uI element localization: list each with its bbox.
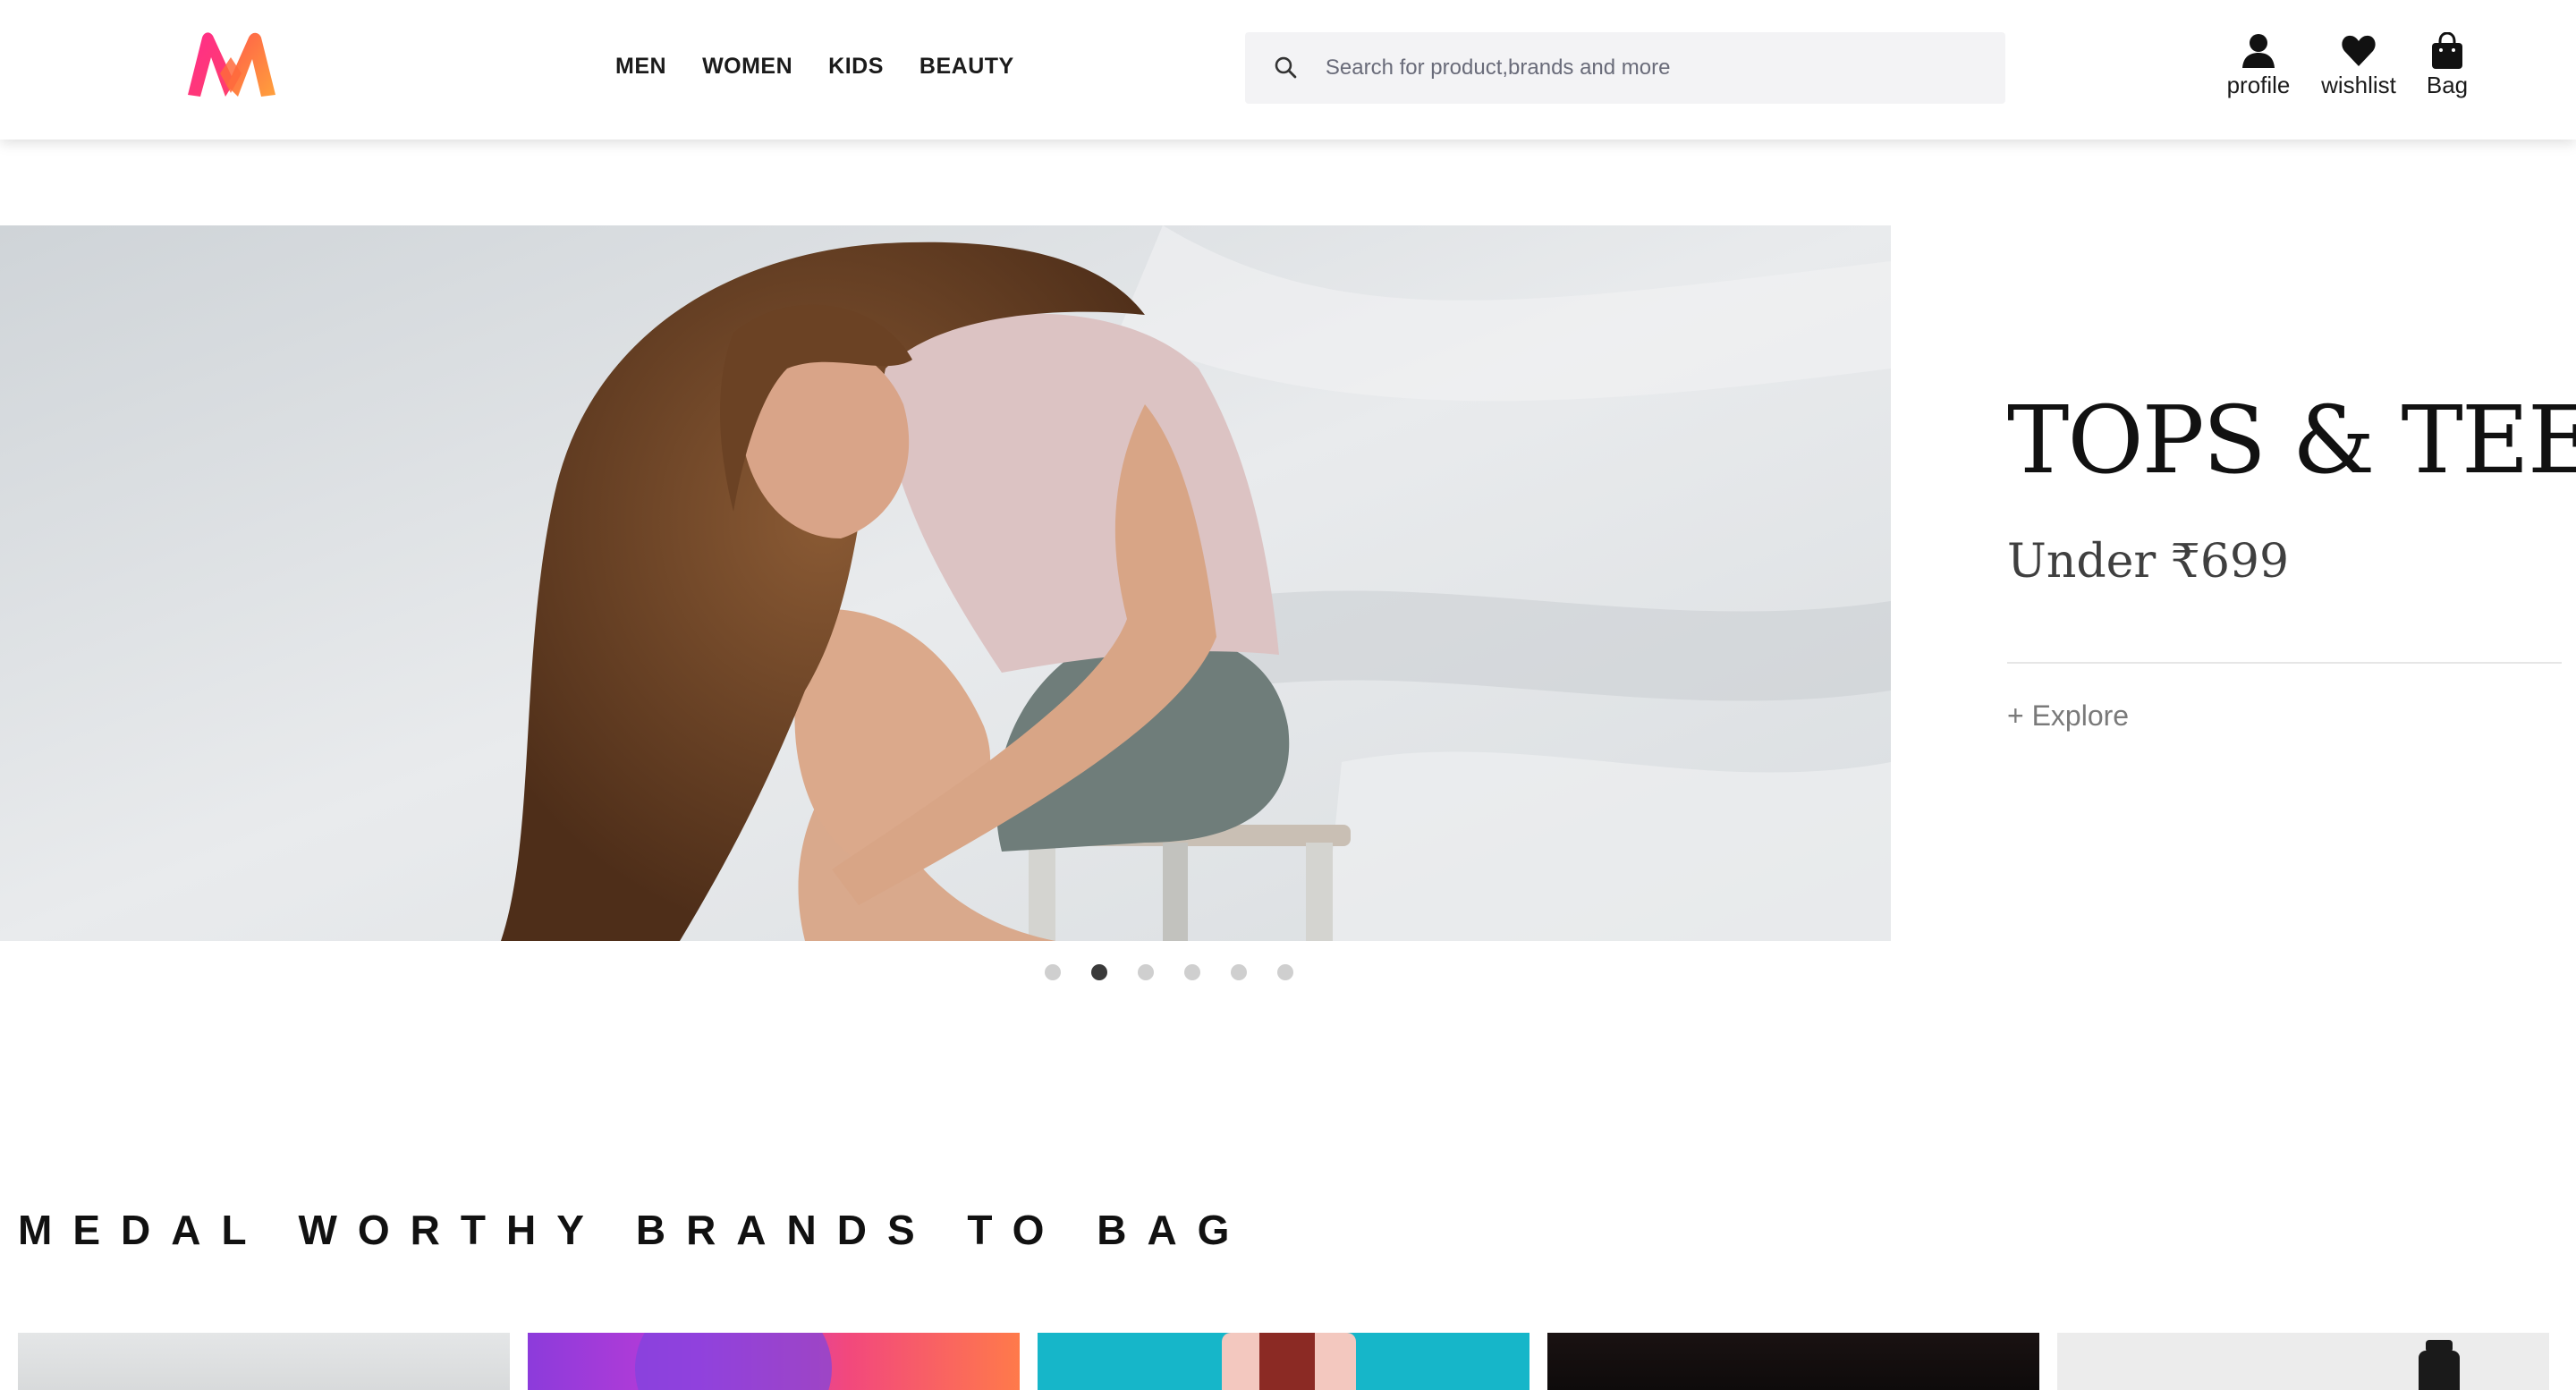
- hero-title: TOPS & TEES: [2007, 386, 2576, 495]
- explore-link[interactable]: + Explore: [2007, 699, 2562, 733]
- brand-cards-row: [18, 1333, 2549, 1390]
- site-header: MEN WOMEN KIDS BEAUTY profile wishlist: [0, 0, 2576, 140]
- carousel-dot[interactable]: [1231, 964, 1247, 980]
- brand-card[interactable]: [1547, 1333, 2039, 1390]
- brand-card[interactable]: [2057, 1333, 2549, 1390]
- hero-copy: TOPS & TEES Under ₹699 + Explore: [2007, 386, 2576, 733]
- carousel-dot[interactable]: [1045, 964, 1061, 980]
- bag-label: Bag: [2426, 72, 2469, 98]
- search-bar[interactable]: [1245, 32, 2005, 104]
- nav-men[interactable]: MEN: [615, 54, 666, 80]
- brand-card[interactable]: [528, 1333, 1020, 1390]
- brand-card[interactable]: [1038, 1333, 1530, 1390]
- wishlist-button[interactable]: wishlist: [2309, 32, 2408, 99]
- main-nav: MEN WOMEN KIDS BEAUTY: [615, 54, 1014, 80]
- carousel-dot[interactable]: [1184, 964, 1200, 980]
- bag-icon: [2432, 32, 2462, 69]
- search-input[interactable]: [1323, 55, 2005, 81]
- hero-banner-image[interactable]: [0, 225, 1891, 941]
- brand-card[interactable]: [18, 1333, 510, 1390]
- heart-icon: [2342, 35, 2376, 66]
- carousel-dot[interactable]: [1138, 964, 1154, 980]
- myntra-logo-icon[interactable]: [184, 30, 279, 98]
- hero-subtitle: Under ₹699: [2007, 535, 2290, 589]
- section-heading: MEDAL WORTHY BRANDS TO BAG: [18, 1207, 1250, 1253]
- carousel-dots: [1045, 964, 1293, 980]
- carousel-dot[interactable]: [1277, 964, 1293, 980]
- search-icon[interactable]: [1272, 54, 1301, 82]
- wishlist-label: wishlist: [2321, 72, 2396, 98]
- hero-divider: [2007, 662, 2562, 664]
- nav-women[interactable]: WOMEN: [702, 54, 792, 80]
- profile-button[interactable]: profile: [2209, 32, 2308, 99]
- person-icon: [2242, 34, 2275, 68]
- profile-label: profile: [2226, 72, 2291, 98]
- bag-button[interactable]: Bag: [2411, 32, 2483, 99]
- nav-beauty[interactable]: BEAUTY: [919, 54, 1014, 80]
- carousel-dot-active[interactable]: [1091, 964, 1107, 980]
- header-actions: profile wishlist Bag: [2209, 32, 2483, 99]
- nav-kids[interactable]: KIDS: [828, 54, 884, 80]
